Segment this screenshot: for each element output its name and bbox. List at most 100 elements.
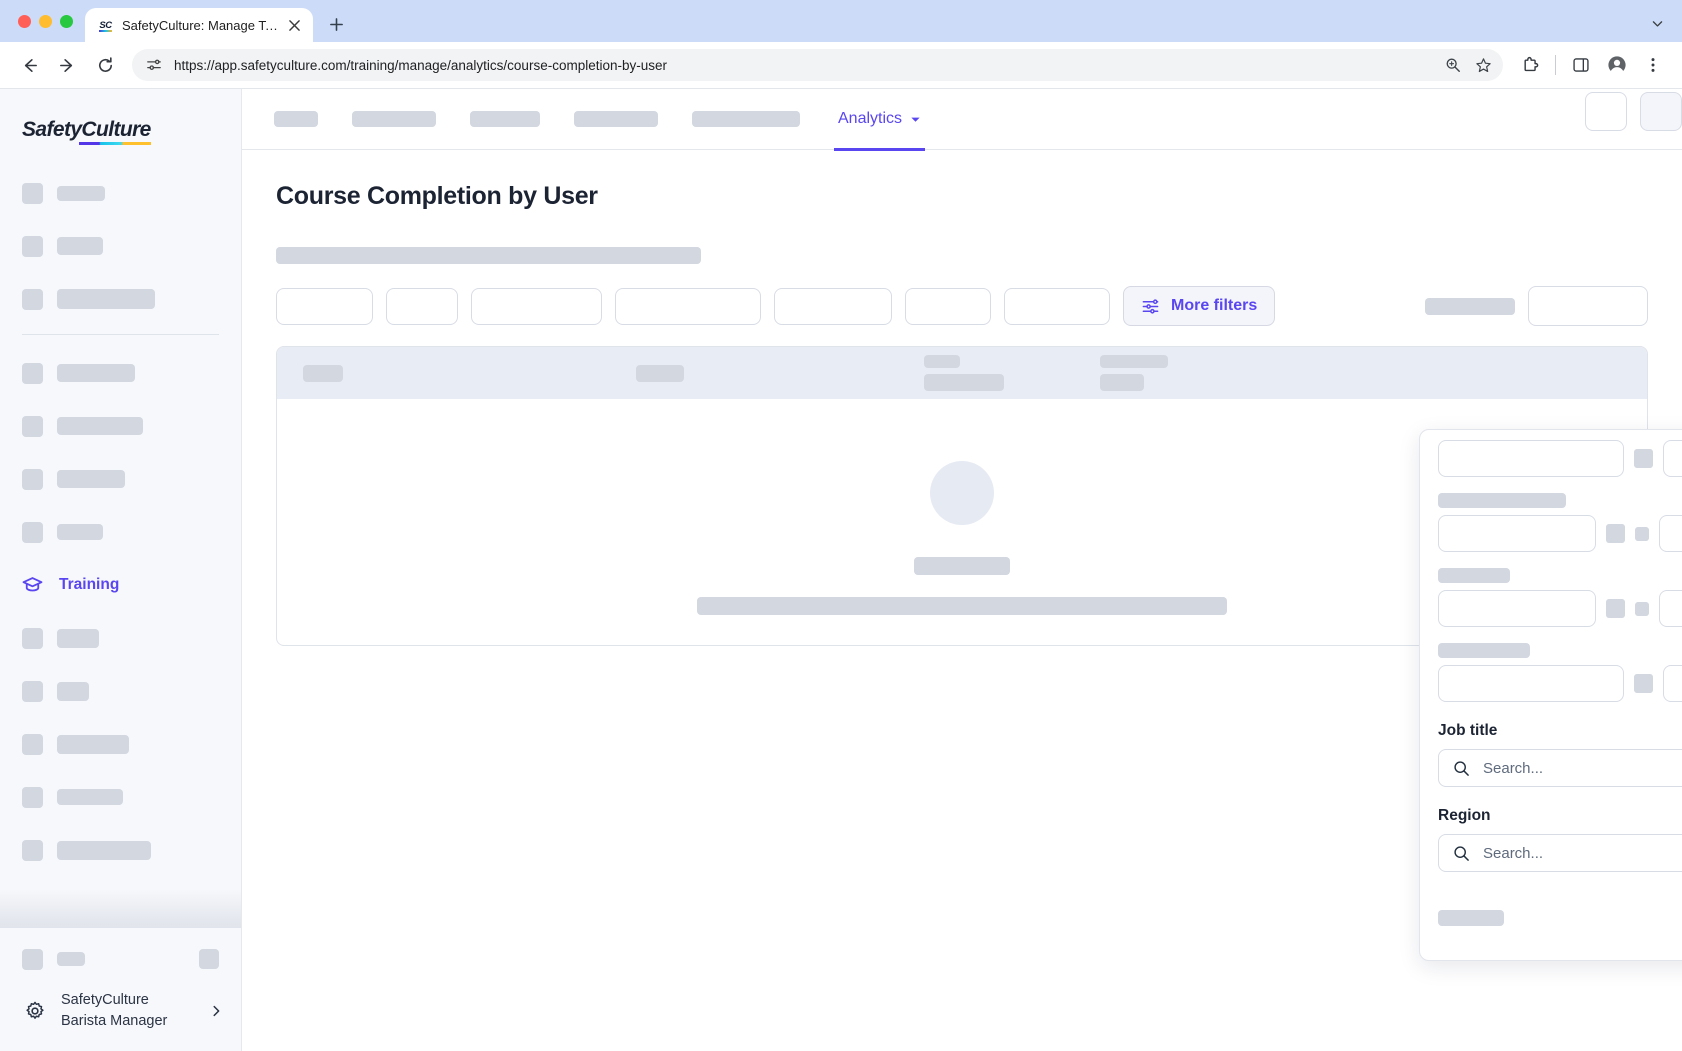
main-content: Analytics Course Completion by User	[242, 89, 1682, 1051]
filter-panel-footer	[1438, 898, 1682, 938]
filter-panel-mini-placeholder	[1606, 524, 1625, 543]
sidebar-item-placeholder[interactable]	[0, 461, 241, 497]
page-actions	[1585, 92, 1682, 131]
zoom-magnifier-icon[interactable]	[1443, 55, 1463, 75]
sidebar-item-placeholder[interactable]	[0, 673, 241, 709]
forward-arrow-icon[interactable]	[50, 48, 84, 82]
sidebar-item-placeholder[interactable]	[0, 620, 241, 656]
filter-chip[interactable]	[1004, 288, 1110, 325]
toolbar-divider	[1555, 55, 1556, 75]
nav-tab-placeholder[interactable]	[470, 111, 540, 127]
sidebar-item-placeholder[interactable]	[0, 832, 241, 868]
job-title-search-input[interactable]: Search...	[1438, 749, 1682, 787]
filter-chip[interactable]	[774, 288, 892, 325]
url-text: https://app.safetyculture.com/training/m…	[174, 58, 1433, 73]
placeholder-label	[57, 629, 99, 648]
close-window-button[interactable]	[18, 15, 31, 28]
nav-tab-placeholder[interactable]	[352, 111, 436, 127]
page-action-button-1[interactable]	[1585, 92, 1627, 131]
sidebar-item-training[interactable]: Training	[0, 567, 241, 603]
star-icon[interactable]	[1473, 55, 1493, 75]
more-filters-panel: Job title Search... Region Searc	[1419, 429, 1682, 961]
table-column-header[interactable]	[636, 365, 684, 382]
region-search-input[interactable]: Search...	[1438, 834, 1682, 872]
tab-analytics-label: Analytics	[838, 110, 902, 128]
sidebar-item-placeholder[interactable]	[0, 228, 241, 264]
placeholder-label	[57, 470, 125, 488]
sidebar-item-placeholder[interactable]	[0, 355, 241, 391]
placeholder-icon	[22, 628, 43, 649]
browser-tab[interactable]: SC SafetyCulture: Manage Teams and...	[85, 8, 313, 42]
filter-sliders-icon	[1141, 297, 1160, 316]
sidebar-item-placeholder[interactable]	[0, 281, 241, 317]
tab-strip: SC SafetyCulture: Manage Teams and...	[0, 0, 1682, 42]
table-header-row	[277, 347, 1647, 399]
reload-icon[interactable]	[88, 48, 122, 82]
tab-analytics[interactable]: Analytics	[834, 90, 925, 151]
sidebar-item-label: Training	[59, 576, 119, 594]
placeholder-label	[57, 682, 89, 701]
clear-filters-placeholder[interactable]	[1438, 910, 1504, 926]
puzzle-piece-icon[interactable]	[1513, 48, 1547, 82]
nav-tab-placeholder[interactable]	[274, 111, 318, 127]
filter-chip[interactable]	[615, 288, 761, 325]
address-bar[interactable]: https://app.safetyculture.com/training/m…	[132, 49, 1503, 81]
sidebar-logo[interactable]: SafetyCulture	[0, 89, 241, 165]
tab-title: SafetyCulture: Manage Teams and...	[122, 18, 278, 33]
sidebar-item-placeholder[interactable]	[0, 514, 241, 550]
filter-chip[interactable]	[471, 288, 602, 325]
more-filters-button[interactable]: More filters	[1123, 286, 1275, 326]
filter-panel-input[interactable]	[1659, 515, 1682, 552]
back-arrow-icon[interactable]	[12, 48, 46, 82]
browser-window: SC SafetyCulture: Manage Teams and...	[0, 0, 1682, 1051]
filters-toolbar: More filters	[276, 286, 1648, 326]
new-tab-button[interactable]	[321, 9, 351, 39]
side-panel-icon[interactable]	[1564, 48, 1598, 82]
window-controls[interactable]	[14, 0, 85, 42]
placeholder-label	[57, 417, 143, 435]
placeholder-icon	[22, 183, 43, 204]
filter-right-control[interactable]	[1528, 286, 1648, 326]
sidebar-item-placeholder[interactable]	[0, 779, 241, 815]
chevron-down-icon[interactable]	[1644, 10, 1670, 36]
filter-panel-input[interactable]	[1438, 440, 1624, 477]
filter-panel-input[interactable]	[1659, 590, 1682, 627]
caret-down-icon	[910, 114, 921, 125]
account-switcher[interactable]: SafetyCulture Barista Manager	[0, 976, 241, 1051]
sidebar-item-placeholder[interactable]	[0, 175, 241, 211]
minimize-window-button[interactable]	[39, 15, 52, 28]
placeholder-label	[57, 789, 123, 805]
region-search-placeholder: Search...	[1483, 845, 1543, 862]
page-action-button-2[interactable]	[1640, 92, 1682, 131]
filter-chip[interactable]	[276, 288, 373, 325]
sidebar-item-placeholder[interactable]	[0, 726, 241, 762]
filter-group-row	[1438, 515, 1682, 552]
gear-icon	[22, 1000, 47, 1022]
nav-tab-placeholder[interactable]	[574, 111, 658, 127]
filter-panel-input[interactable]	[1438, 515, 1596, 552]
site-settings-icon[interactable]	[144, 55, 164, 75]
profile-avatar-icon[interactable]	[1600, 48, 1634, 82]
filter-chip[interactable]	[905, 288, 991, 325]
region-label: Region	[1438, 807, 1682, 825]
filter-panel-input[interactable]	[1663, 665, 1682, 702]
nav-tab-placeholder[interactable]	[692, 111, 800, 127]
table-column-header-main	[1100, 374, 1144, 391]
filter-chip[interactable]	[386, 288, 458, 325]
sidebar-item-placeholder[interactable]	[0, 408, 241, 444]
close-icon[interactable]	[286, 17, 303, 34]
chevron-right-icon[interactable]	[209, 1004, 223, 1018]
filter-group-label-placeholder	[1438, 493, 1566, 508]
sidebar-footer-placeholder[interactable]	[0, 942, 241, 976]
placeholder-label	[57, 289, 155, 309]
filter-panel-input[interactable]	[1663, 440, 1682, 477]
filter-panel-input[interactable]	[1438, 665, 1624, 702]
placeholder-label	[57, 735, 129, 754]
maximize-window-button[interactable]	[60, 15, 73, 28]
table-column-header[interactable]	[1100, 355, 1168, 391]
filter-panel-input[interactable]	[1438, 590, 1596, 627]
table-column-header[interactable]	[924, 355, 1004, 391]
graduation-cap-icon	[20, 574, 45, 597]
three-dot-menu-icon[interactable]	[1636, 48, 1670, 82]
table-column-header[interactable]	[303, 365, 343, 382]
